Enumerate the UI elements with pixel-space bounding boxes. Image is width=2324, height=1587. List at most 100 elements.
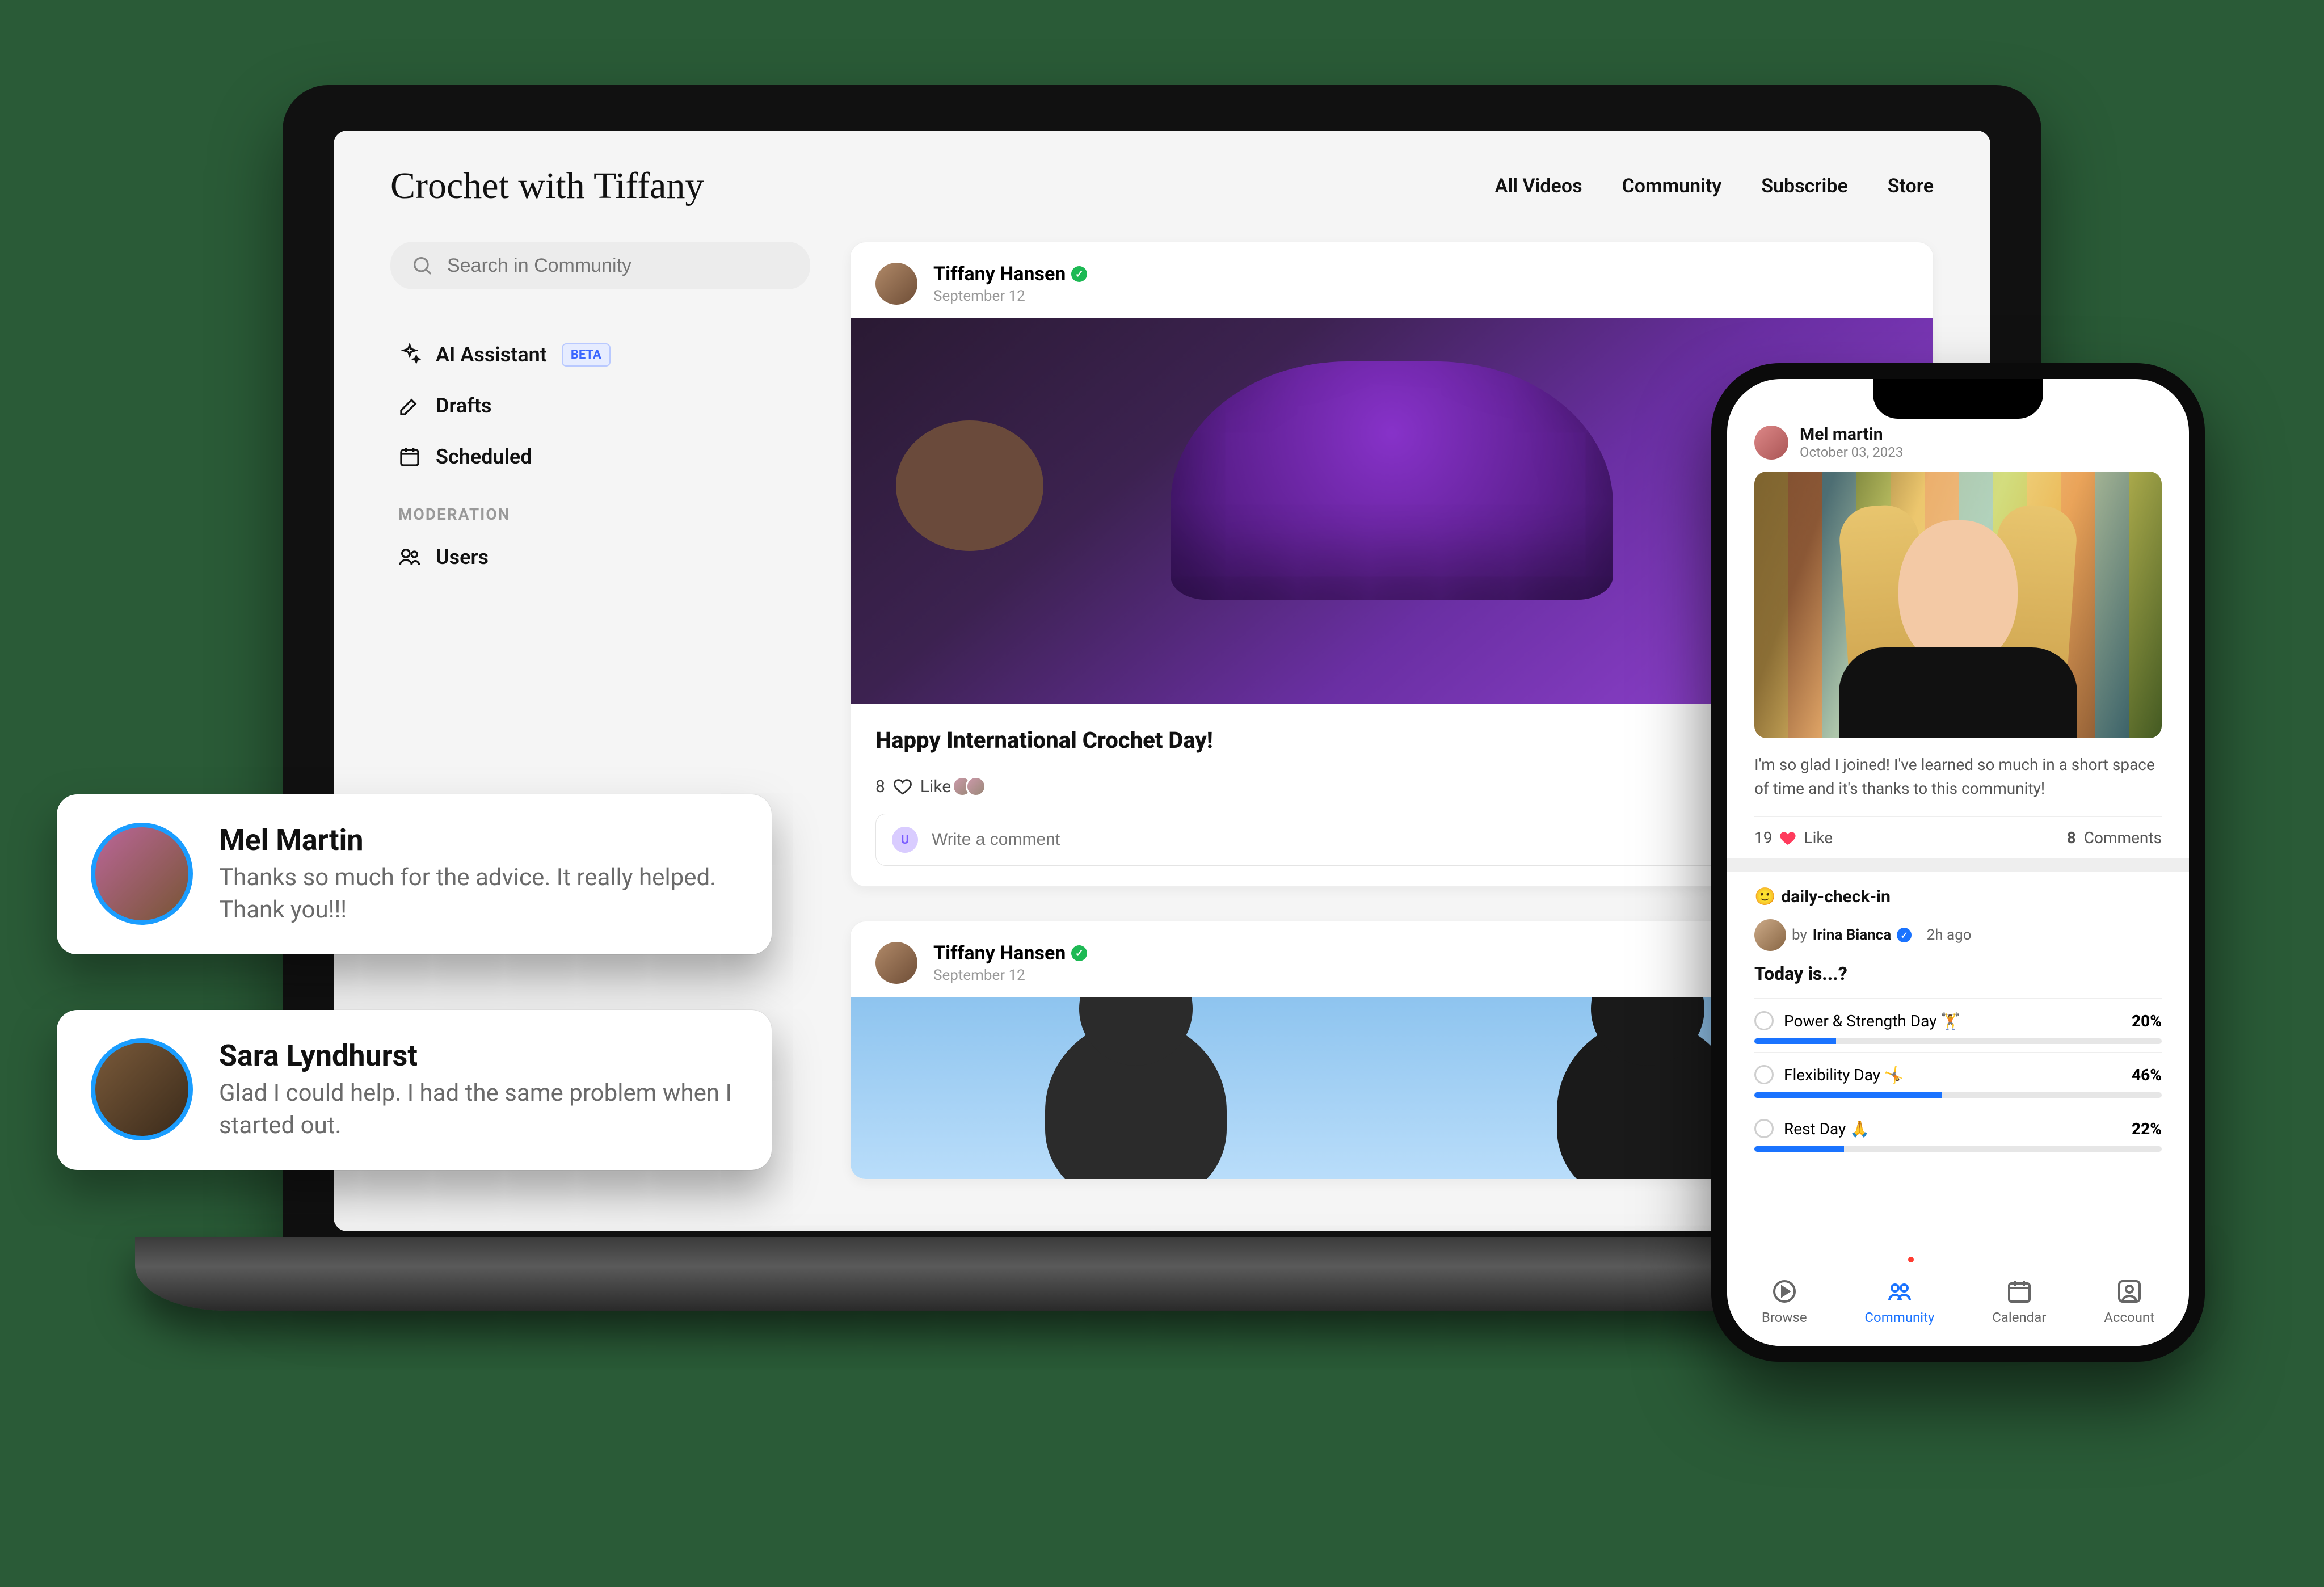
liker-avatars [959,776,986,797]
mob-comments-label[interactable]: Comments [2084,828,2162,847]
site-header: Crochet with Tiffany All Videos Communit… [334,131,1990,230]
notification-dot-icon [1906,1255,1915,1264]
nav-store[interactable]: Store [1888,175,1934,197]
avatar[interactable] [1754,919,1786,951]
poll-byline: by Irina Bianca ✓ 2h ago [1754,919,2162,951]
poll-option-label: Flexibility Day 🤸 [1784,1066,1904,1084]
poll-option-label: Power & Strength Day 🏋️ [1784,1012,1960,1030]
poll-option[interactable]: Power & Strength Day 🏋️ 20% [1754,998,2162,1052]
phone-frame: Mel martin October 03, 2023 I'm so glad … [1711,363,2205,1362]
post-date: September 12 [933,288,1087,305]
tabbar: Browse Community Calendar Account [1727,1264,2189,1346]
poll-bar-fill [1754,1092,1942,1098]
poll-option-pct: 46% [2132,1066,2162,1084]
poll-option-label: Rest Day 🙏 [1784,1119,1870,1138]
nav-subscribe[interactable]: Subscribe [1761,175,1848,197]
tab-label: Community [1864,1310,1934,1325]
sidebar-scheduled-label: Scheduled [436,445,532,469]
mob-like-count: 19 [1754,828,1772,847]
poll-time: 2h ago [1927,927,1972,944]
mob-post-actions: 19 Like 8 Comments [1754,816,2162,858]
post-author[interactable]: Tiffany Hansen [933,942,1066,965]
sidebar-drafts-label: Drafts [436,394,492,418]
poll-option[interactable]: Rest Day 🙏 22% [1754,1106,2162,1160]
phone-notch [1873,379,2043,419]
verified-icon: ✓ [1071,266,1087,282]
calendar-icon [2006,1278,2033,1305]
avatar[interactable] [875,942,917,984]
mob-like-label: Like [1804,828,1833,847]
mob-post-date: October 03, 2023 [1800,444,1903,460]
post-date: September 12 [933,967,1087,984]
tab-account[interactable]: Account [2104,1278,2154,1325]
comment-avatar: U [892,827,918,853]
site-brand: Crochet with Tiffany [390,165,704,208]
mob-post-image[interactable] [1754,472,2162,738]
sidebar-users-label: Users [436,545,489,569]
heart-outline-icon [893,777,912,796]
tab-label: Calendar [1992,1310,2046,1325]
search-input[interactable] [447,255,790,277]
message-body: Thanks so much for the advice. It really… [219,862,738,926]
poll-tag[interactable]: daily-check-in [1781,887,1891,907]
poll-emoji-icon: 🙂 [1754,887,1775,907]
people-icon [1886,1278,1913,1305]
poll-author[interactable]: Irina Bianca [1813,927,1891,944]
mob-post-head: Mel martin October 03, 2023 [1754,424,2162,460]
user-square-icon [2116,1278,2143,1305]
calendar-icon [398,445,421,468]
avatar[interactable] [1754,426,1788,460]
like-label: Like [920,777,951,797]
poll-question: Today is...? [1754,957,2162,998]
radio-icon[interactable] [1754,1065,1774,1084]
mob-post-caption: I'm so glad I joined! I've learned so mu… [1754,753,2162,801]
mob-like-button[interactable]: 19 Like [1754,828,1833,847]
users-icon [398,546,421,569]
moderation-section-label: MODERATION [390,482,810,532]
section-divider [1727,858,2189,872]
mob-comments-count: 8 [2067,828,2076,847]
sparkles-icon [398,343,421,366]
post-head: Tiffany Hansen ✓ September 12 [851,242,1933,318]
top-nav: All Videos Community Subscribe Store [1495,175,1934,197]
tab-label: Account [2104,1310,2154,1325]
poll-bar-fill [1754,1038,1836,1044]
message-author: Mel Martin [219,823,738,857]
sidebar-scheduled[interactable]: Scheduled [390,431,810,482]
tab-label: Browse [1762,1310,1807,1325]
avatar [91,1038,193,1140]
message-card[interactable]: Sara Lyndhurst Glad I could help. I had … [57,1010,772,1170]
verified-icon: ✓ [1897,928,1912,942]
sidebar-users[interactable]: Users [390,532,810,583]
poll-option-pct: 20% [2132,1012,2162,1030]
like-button[interactable]: 8 Like [875,776,986,797]
radio-icon[interactable] [1754,1011,1774,1030]
mob-post-author[interactable]: Mel martin [1800,424,1903,444]
phone-screen: Mel martin October 03, 2023 I'm so glad … [1727,379,2189,1346]
sidebar-ai-assistant[interactable]: AI Assistant BETA [390,329,810,380]
nav-community[interactable]: Community [1622,175,1722,197]
tab-calendar[interactable]: Calendar [1992,1278,2046,1325]
radio-icon[interactable] [1754,1119,1774,1138]
like-count: 8 [875,777,885,797]
nav-all-videos[interactable]: All Videos [1495,175,1582,197]
poll-option[interactable]: Flexibility Day 🤸 46% [1754,1052,2162,1106]
poll-head: 🙂 daily-check-in [1754,872,2162,910]
avatar [91,823,193,925]
heart-icon [1779,829,1797,847]
search-icon [411,254,433,277]
poll-option-pct: 22% [2132,1119,2162,1138]
message-card[interactable]: Mel Martin Thanks so much for the advice… [57,794,772,954]
sidebar-drafts[interactable]: Drafts [390,380,810,431]
message-author: Sara Lyndhurst [219,1038,738,1073]
tab-community[interactable]: Community [1864,1278,1934,1325]
poll-by-prefix: by [1792,927,1807,944]
play-circle-icon [1771,1278,1798,1305]
post-author[interactable]: Tiffany Hansen [933,263,1066,285]
avatar[interactable] [875,263,917,305]
verified-icon: ✓ [1071,945,1087,961]
poll-bar-fill [1754,1146,1844,1152]
search-box[interactable] [390,242,810,289]
tab-browse[interactable]: Browse [1762,1278,1807,1325]
message-body: Glad I could help. I had the same proble… [219,1077,738,1142]
